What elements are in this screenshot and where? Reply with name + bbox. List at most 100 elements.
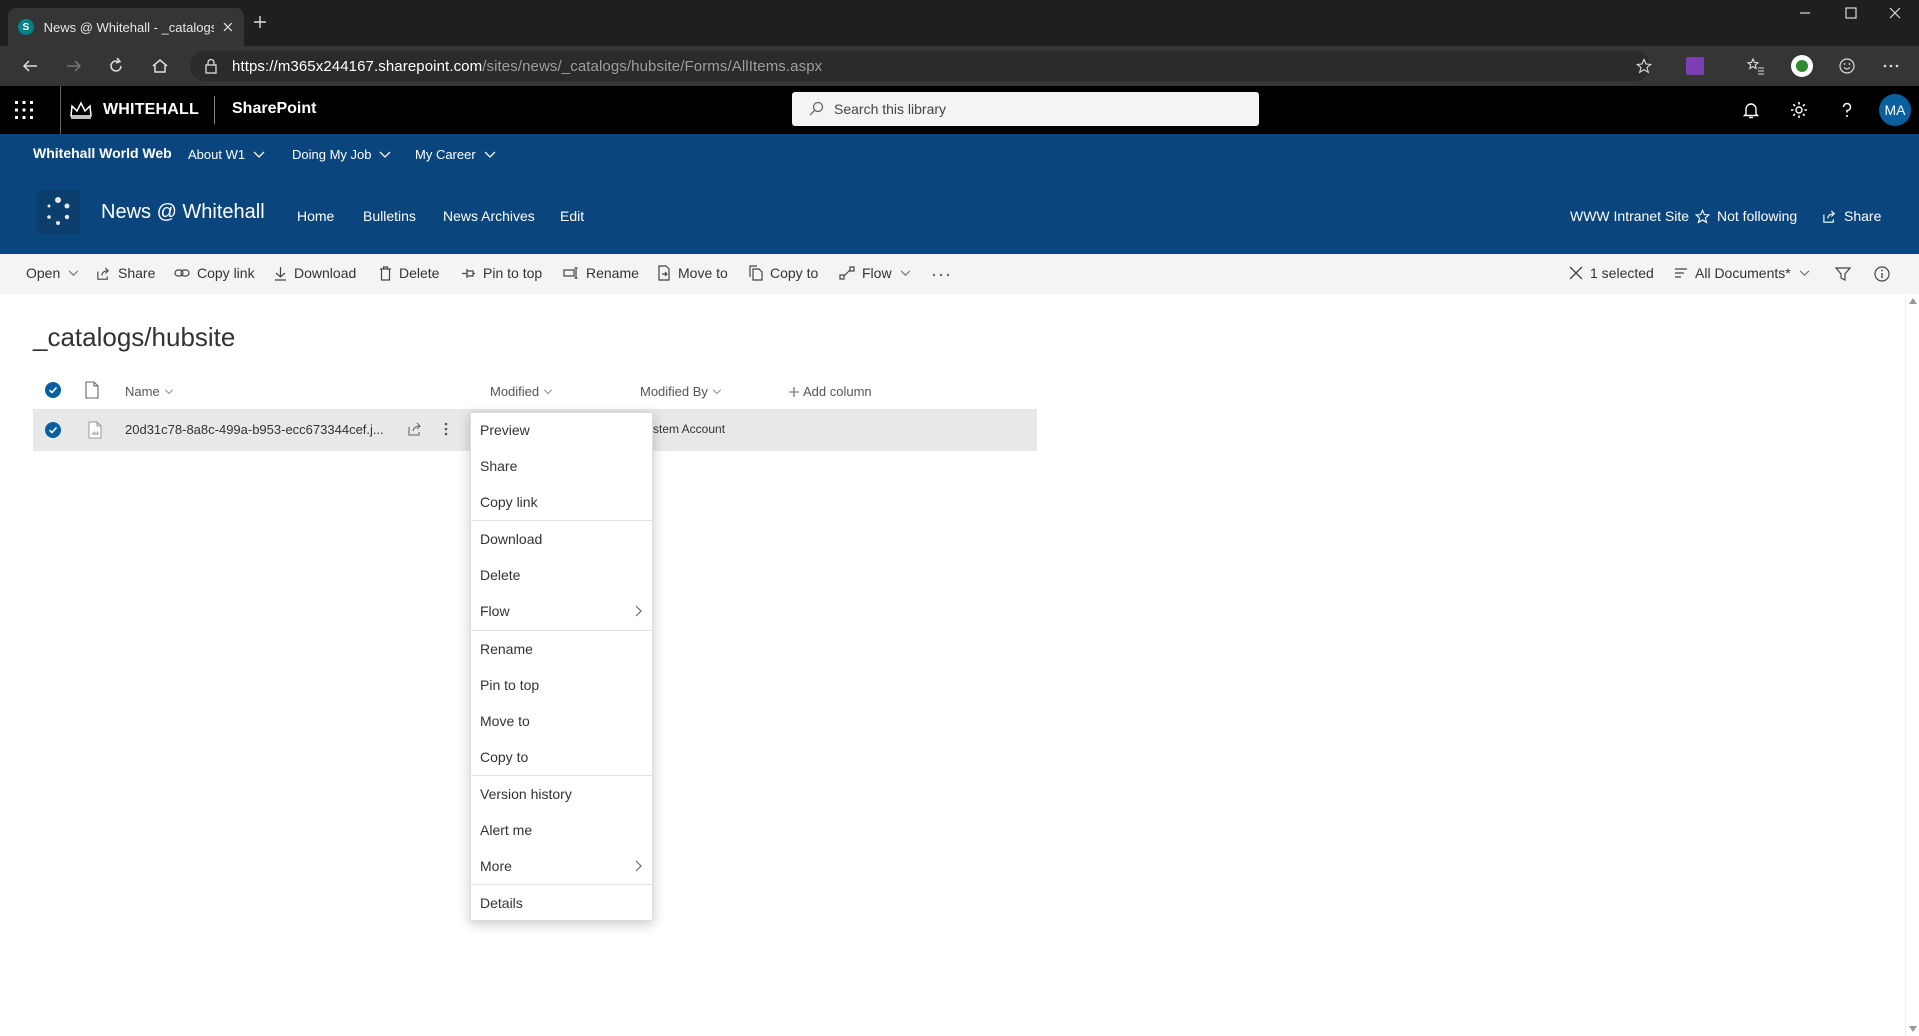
site-nav-edit[interactable]: Edit [560,208,584,224]
modified-by-value: stem Account [653,422,726,436]
home-icon[interactable] [150,56,170,76]
forward-icon[interactable] [64,56,84,76]
download-button[interactable]: Download [274,265,356,281]
move-to-button[interactable]: Move to [657,265,728,281]
hub-nav-doing-my-job[interactable]: Doing My Job [292,147,391,162]
column-header-name[interactable]: Name [125,384,174,399]
minimize-icon[interactable] [1797,5,1813,21]
menu-item-copy-to[interactable]: Copy to [471,740,652,774]
clear-selection-button[interactable]: 1 selected [1569,265,1654,281]
view-label: All Documents* [1695,265,1791,281]
flow-button[interactable]: Flow [839,265,911,281]
share-button[interactable]: Share [96,265,155,281]
browser-tab[interactable]: S News @ Whitehall - _catalogs/hubsite [8,8,244,46]
follow-button[interactable]: Not following [1695,208,1797,224]
menu-item-download[interactable]: Download [471,522,652,556]
site-nav-bulletins[interactable]: Bulletins [363,208,416,224]
site-logo-icon[interactable] [36,190,80,234]
back-icon[interactable] [20,56,40,76]
maximize-icon[interactable] [1843,5,1859,21]
star-icon [1695,208,1710,224]
pin-label: Pin to top [483,265,543,281]
file-name-link[interactable]: 20d31c78-8a8c-499a-b953-ecc673344cef.j..… [125,422,384,437]
select-all-checkbox-icon[interactable] [45,382,61,398]
close-tab-icon[interactable] [222,21,234,33]
hub-site-link[interactable]: WWW Intranet Site [1570,208,1689,224]
hub-nav-my-career[interactable]: My Career [415,147,496,162]
menu-item-pin-to-top[interactable]: Pin to top [471,668,652,702]
menu-item-share[interactable]: Share [471,449,652,483]
open-button[interactable]: Open [26,265,79,281]
menu-item-alert-me[interactable]: Alert me [471,813,652,847]
favorite-star-icon[interactable] [1636,58,1652,74]
address-bar[interactable]: https://m365x244167.sharepoint.com/sites… [190,51,1652,81]
row-share-icon[interactable] [407,421,423,437]
copy-link-label: Copy link [197,265,255,281]
settings-gear-icon[interactable] [1789,100,1809,120]
vertical-scrollbar[interactable] [1905,294,1919,1036]
site-nav-home[interactable]: Home [297,208,334,224]
help-question-icon[interactable] [1837,100,1857,120]
menu-item-rename[interactable]: Rename [471,632,652,666]
new-tab-icon[interactable] [252,14,268,30]
hub-nav-label: Doing My Job [292,147,372,162]
url-text: https://m365x244167.sharepoint.com/sites… [232,58,822,75]
site-nav-news-archives[interactable]: News Archives [443,208,535,224]
menu-item-move-to[interactable]: Move to [471,704,652,738]
search-box[interactable]: Search this library [792,92,1259,126]
app-launcher-icon[interactable] [14,100,34,120]
row-checkbox-icon[interactable] [45,422,61,438]
menu-item-more[interactable]: More [471,849,652,883]
column-name-label: Name [125,384,160,399]
copy-to-label: Copy to [770,265,819,281]
menu-item-delete[interactable]: Delete [471,558,652,592]
org-name: WHITEHALL [103,101,200,118]
app-name[interactable]: SharePoint [232,100,316,118]
site-share-button[interactable]: Share [1822,208,1881,224]
move-icon [658,265,670,281]
menu-item-preview[interactable]: Preview [471,413,652,447]
refresh-icon[interactable] [106,56,126,76]
plus-icon [789,386,799,397]
more-commands-icon[interactable] [932,273,950,277]
close-icon [1569,266,1583,280]
delete-button[interactable]: Delete [379,265,439,281]
hub-nav-about[interactable]: About W1 [188,147,265,162]
menu-item-details[interactable]: Details [471,886,652,920]
close-window-icon[interactable] [1887,5,1903,21]
chevron-right-icon [635,860,642,872]
site-title[interactable]: News @ Whitehall [101,201,265,224]
browser-menu-icon[interactable] [1882,57,1900,75]
onenote-extension-icon[interactable] [1686,57,1704,75]
column-header-modified[interactable]: Modified [490,384,553,399]
file-type-header-icon[interactable] [85,381,99,399]
pin-to-top-button[interactable]: Pin to top [461,265,542,281]
rename-button[interactable]: Rename [563,265,639,281]
info-icon[interactable] [1874,266,1890,282]
column-header-modified-by[interactable]: Modified By [640,384,722,399]
org-brand[interactable]: WHITEHALL [60,86,199,134]
user-avatar[interactable]: MA [1879,94,1911,126]
copy-to-button[interactable]: Copy to [749,265,818,281]
scroll-down-icon[interactable] [1909,1026,1917,1032]
suite-bar: WHITEHALL SharePoint Search this library… [0,86,1919,134]
add-column-button[interactable]: Add column [789,384,872,399]
scroll-up-icon[interactable] [1909,298,1917,304]
notifications-bell-icon[interactable] [1741,100,1761,120]
link-icon [174,269,190,277]
hub-title[interactable]: Whitehall World Web [33,145,172,161]
menu-item-version-history[interactable]: Version history [471,777,652,811]
view-switcher[interactable]: All Documents* [1674,265,1810,281]
rename-label: Rename [586,265,639,281]
library-title: _catalogs/hubsite [33,322,236,352]
delete-label: Delete [399,265,440,281]
copy-link-button[interactable]: Copy link [174,265,255,281]
feedback-smiley-icon[interactable] [1838,57,1856,75]
profile-extension-icon[interactable] [1791,55,1813,77]
menu-item-copy-link[interactable]: Copy link [471,485,652,519]
lock-icon[interactable] [204,58,218,74]
row-more-actions-icon[interactable] [444,421,448,437]
favorites-icon[interactable] [1747,57,1765,75]
filter-icon[interactable] [1835,266,1851,282]
menu-item-flow[interactable]: Flow [471,594,652,628]
